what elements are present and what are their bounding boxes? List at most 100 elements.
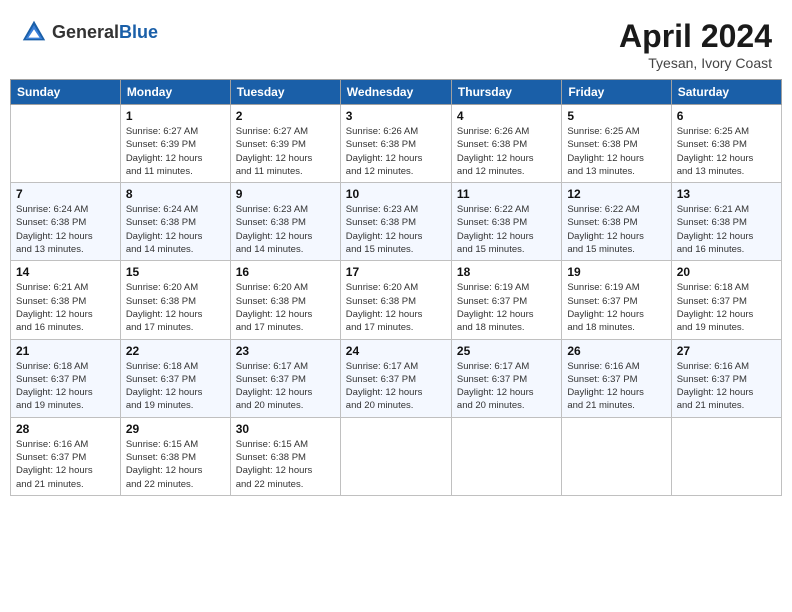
- day-info: Sunrise: 6:17 AM Sunset: 6:37 PM Dayligh…: [346, 360, 446, 413]
- day-info: Sunrise: 6:22 AM Sunset: 6:38 PM Dayligh…: [567, 203, 665, 256]
- col-tuesday: Tuesday: [230, 80, 340, 105]
- calendar-cell: 26 Sunrise: 6:16 AM Sunset: 6:37 PM Dayli…: [562, 339, 671, 417]
- day-number: 9: [236, 187, 335, 201]
- calendar-cell: 12Sunrise: 6:22 AM Sunset: 6:38 PM Dayli…: [562, 183, 671, 261]
- calendar-cell: 28Sunrise: 6:16 AM Sunset: 6:37 PM Dayli…: [11, 417, 121, 495]
- day-number: 1: [126, 109, 225, 123]
- calendar-cell: 7 Sunrise: 6:24 AM Sunset: 6:38 PM Daylig…: [11, 183, 121, 261]
- col-monday: Monday: [120, 80, 230, 105]
- calendar-cell: 15Sunrise: 6:20 AM Sunset: 6:38 PM Dayli…: [120, 261, 230, 339]
- calendar-cell: 3 Sunrise: 6:26 AM Sunset: 6:38 PM Daylig…: [340, 105, 451, 183]
- day-number: 16: [236, 265, 335, 279]
- day-info: Sunrise: 6:17 AM Sunset: 6:37 PM Dayligh…: [457, 360, 556, 413]
- day-number: 24: [346, 344, 446, 358]
- day-number: 29: [126, 422, 225, 436]
- day-info: Sunrise: 6:20 AM Sunset: 6:38 PM Dayligh…: [346, 281, 446, 334]
- day-info: Sunrise: 6:21 AM Sunset: 6:38 PM Dayligh…: [677, 203, 776, 256]
- calendar-cell: 2Sunrise: 6:27 AM Sunset: 6:39 PM Daylig…: [230, 105, 340, 183]
- day-number: 23: [236, 344, 335, 358]
- day-number: 10: [346, 187, 446, 201]
- week-row-5: 28Sunrise: 6:16 AM Sunset: 6:37 PM Dayli…: [11, 417, 782, 495]
- day-info: Sunrise: 6:16 AM Sunset: 6:37 PM Dayligh…: [677, 360, 776, 413]
- calendar-cell: [562, 417, 671, 495]
- week-row-2: 7 Sunrise: 6:24 AM Sunset: 6:38 PM Daylig…: [11, 183, 782, 261]
- day-info: Sunrise: 6:15 AM Sunset: 6:38 PM Dayligh…: [126, 438, 225, 491]
- day-number: 14: [16, 265, 115, 279]
- calendar-cell: [451, 417, 561, 495]
- day-number: 25: [457, 344, 556, 358]
- day-info: Sunrise: 6:16 AM Sunset: 6:37 PM Dayligh…: [567, 360, 665, 413]
- calendar-cell: 24 Sunrise: 6:17 AM Sunset: 6:37 PM Dayli…: [340, 339, 451, 417]
- calendar-cell: 14 Sunrise: 6:21 AM Sunset: 6:38 PM Dayli…: [11, 261, 121, 339]
- calendar-header-row: Sunday Monday Tuesday Wednesday Thursday…: [11, 80, 782, 105]
- location-subtitle: Tyesan, Ivory Coast: [619, 55, 772, 71]
- calendar-cell: 21 Sunrise: 6:18 AM Sunset: 6:37 PM Dayli…: [11, 339, 121, 417]
- calendar-cell: 5 Sunrise: 6:25 AM Sunset: 6:38 PM Daylig…: [562, 105, 671, 183]
- day-info: Sunrise: 6:26 AM Sunset: 6:38 PM Dayligh…: [346, 125, 446, 178]
- calendar-cell: 25 Sunrise: 6:17 AM Sunset: 6:37 PM Dayli…: [451, 339, 561, 417]
- calendar-cell: 17 Sunrise: 6:20 AM Sunset: 6:38 PM Dayli…: [340, 261, 451, 339]
- day-number: 28: [16, 422, 115, 436]
- col-sunday: Sunday: [11, 80, 121, 105]
- day-number: 3: [346, 109, 446, 123]
- col-friday: Friday: [562, 80, 671, 105]
- week-row-4: 21 Sunrise: 6:18 AM Sunset: 6:37 PM Dayli…: [11, 339, 782, 417]
- calendar-cell: 9 Sunrise: 6:23 AM Sunset: 6:38 PM Daylig…: [230, 183, 340, 261]
- day-info: Sunrise: 6:25 AM Sunset: 6:38 PM Dayligh…: [677, 125, 776, 178]
- day-number: 26: [567, 344, 665, 358]
- day-number: 22: [126, 344, 225, 358]
- day-info: Sunrise: 6:18 AM Sunset: 6:37 PM Dayligh…: [16, 360, 115, 413]
- calendar-cell: 13 Sunrise: 6:21 AM Sunset: 6:38 PM Dayli…: [671, 183, 781, 261]
- calendar-cell: 27 Sunrise: 6:16 AM Sunset: 6:37 PM Dayli…: [671, 339, 781, 417]
- day-info: Sunrise: 6:27 AM Sunset: 6:39 PM Dayligh…: [126, 125, 225, 178]
- calendar-cell: 6 Sunrise: 6:25 AM Sunset: 6:38 PM Daylig…: [671, 105, 781, 183]
- day-number: 27: [677, 344, 776, 358]
- day-number: 20: [677, 265, 776, 279]
- day-info: Sunrise: 6:17 AM Sunset: 6:37 PM Dayligh…: [236, 360, 335, 413]
- day-info: Sunrise: 6:24 AM Sunset: 6:38 PM Dayligh…: [126, 203, 225, 256]
- calendar-cell: 29 Sunrise: 6:15 AM Sunset: 6:38 PM Dayli…: [120, 417, 230, 495]
- day-info: Sunrise: 6:26 AM Sunset: 6:38 PM Dayligh…: [457, 125, 556, 178]
- calendar-cell: 18Sunrise: 6:19 AM Sunset: 6:37 PM Dayli…: [451, 261, 561, 339]
- day-info: Sunrise: 6:24 AM Sunset: 6:38 PM Dayligh…: [16, 203, 115, 256]
- logo-general-text: General: [52, 22, 119, 42]
- calendar-cell: 4Sunrise: 6:26 AM Sunset: 6:38 PM Daylig…: [451, 105, 561, 183]
- day-number: 5: [567, 109, 665, 123]
- day-info: Sunrise: 6:19 AM Sunset: 6:37 PM Dayligh…: [457, 281, 556, 334]
- title-block: April 2024 Tyesan, Ivory Coast: [619, 18, 772, 71]
- day-number: 17: [346, 265, 446, 279]
- calendar-cell: 22 Sunrise: 6:18 AM Sunset: 6:37 PM Dayli…: [120, 339, 230, 417]
- calendar-cell: 19Sunrise: 6:19 AM Sunset: 6:37 PM Dayli…: [562, 261, 671, 339]
- week-row-3: 14 Sunrise: 6:21 AM Sunset: 6:38 PM Dayli…: [11, 261, 782, 339]
- calendar-table: Sunday Monday Tuesday Wednesday Thursday…: [10, 79, 782, 496]
- calendar-cell: 11Sunrise: 6:22 AM Sunset: 6:38 PM Dayli…: [451, 183, 561, 261]
- day-info: Sunrise: 6:23 AM Sunset: 6:38 PM Dayligh…: [236, 203, 335, 256]
- day-info: Sunrise: 6:25 AM Sunset: 6:38 PM Dayligh…: [567, 125, 665, 178]
- day-info: Sunrise: 6:20 AM Sunset: 6:38 PM Dayligh…: [236, 281, 335, 334]
- day-number: 13: [677, 187, 776, 201]
- calendar-cell: 23 Sunrise: 6:17 AM Sunset: 6:37 PM Dayli…: [230, 339, 340, 417]
- calendar-cell: 30Sunrise: 6:15 AM Sunset: 6:38 PM Dayli…: [230, 417, 340, 495]
- day-info: Sunrise: 6:23 AM Sunset: 6:38 PM Dayligh…: [346, 203, 446, 256]
- logo-icon: [20, 18, 48, 46]
- calendar-cell: 16 Sunrise: 6:20 AM Sunset: 6:38 PM Dayli…: [230, 261, 340, 339]
- calendar-cell: [340, 417, 451, 495]
- month-title: April 2024: [619, 18, 772, 55]
- calendar-cell: [11, 105, 121, 183]
- day-number: 21: [16, 344, 115, 358]
- day-number: 11: [457, 187, 556, 201]
- col-thursday: Thursday: [451, 80, 561, 105]
- calendar-cell: 10 Sunrise: 6:23 AM Sunset: 6:38 PM Dayli…: [340, 183, 451, 261]
- day-info: Sunrise: 6:21 AM Sunset: 6:38 PM Dayligh…: [16, 281, 115, 334]
- week-row-1: 1 Sunrise: 6:27 AM Sunset: 6:39 PM Daylig…: [11, 105, 782, 183]
- day-info: Sunrise: 6:19 AM Sunset: 6:37 PM Dayligh…: [567, 281, 665, 334]
- day-info: Sunrise: 6:27 AM Sunset: 6:39 PM Dayligh…: [236, 125, 335, 178]
- calendar-cell: [671, 417, 781, 495]
- day-number: 15: [126, 265, 225, 279]
- calendar-cell: 1 Sunrise: 6:27 AM Sunset: 6:39 PM Daylig…: [120, 105, 230, 183]
- day-number: 6: [677, 109, 776, 123]
- day-info: Sunrise: 6:15 AM Sunset: 6:38 PM Dayligh…: [236, 438, 335, 491]
- logo-blue-text: Blue: [119, 22, 158, 42]
- day-number: 7: [16, 187, 115, 201]
- day-info: Sunrise: 6:18 AM Sunset: 6:37 PM Dayligh…: [126, 360, 225, 413]
